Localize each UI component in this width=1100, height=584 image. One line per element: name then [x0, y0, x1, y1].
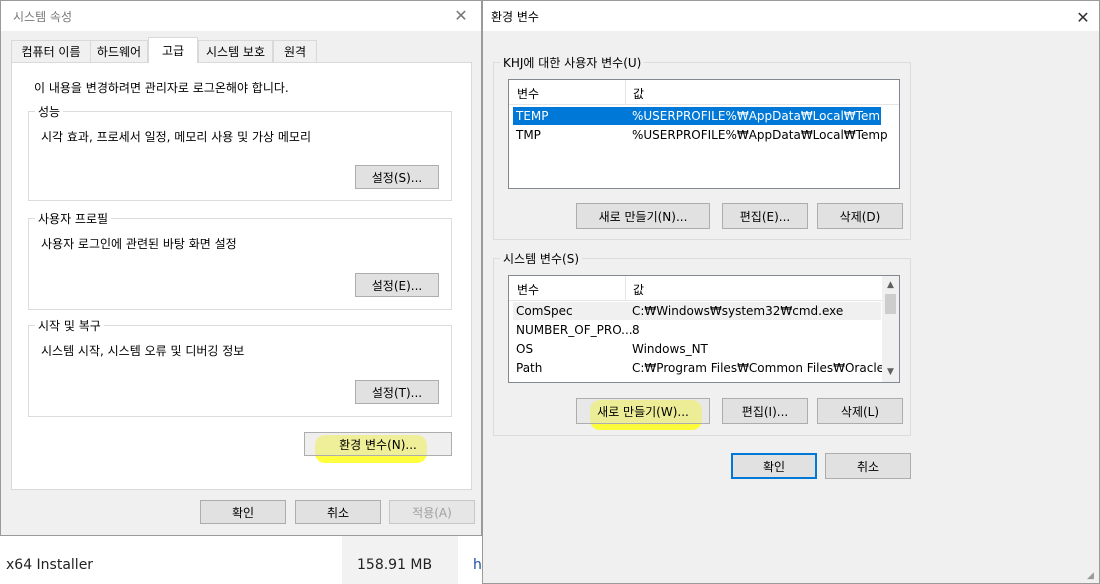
user-row-temp-name: TEMP: [516, 109, 549, 123]
sysprops-title: 시스템 속성: [13, 9, 73, 24]
admin-note: 이 내용을 변경하려면 관리자로 로그온해야 합니다.: [34, 81, 289, 95]
system-col-variable[interactable]: 변수: [517, 281, 539, 298]
sysprops-cancel-button[interactable]: 취소: [295, 500, 381, 524]
tab-hardware[interactable]: 하드웨어: [90, 40, 148, 62]
user-variables-group: KHJ에 대한 사용자 변수(U) 변수 값 TEMP %USERPROFILE…: [493, 54, 911, 240]
system-row-os-name: OS: [516, 342, 534, 356]
system-row-path-name: Path: [516, 361, 543, 375]
system-row-comspec[interactable]: ComSpec C:₩Windows₩system32₩cmd.exe: [513, 302, 881, 320]
system-row-os[interactable]: OS Windows_NT: [513, 340, 881, 358]
envvars-titlebar[interactable]: 환경 변수: [483, 1, 1099, 31]
system-variables-title: 시스템 변수(S): [500, 250, 582, 267]
startup-recovery-title: 시작 및 복구: [35, 317, 104, 334]
user-row-tmp[interactable]: TMP %USERPROFILE%₩AppData₩Local₩Temp: [513, 126, 888, 144]
user-row-temp-value: %USERPROFILE%₩AppData₩Local₩Temp: [632, 109, 888, 123]
startup-recovery-settings-button[interactable]: 설정(T)...: [355, 380, 439, 404]
user-delete-button[interactable]: 삭제(D): [817, 203, 903, 229]
system-row-path-value: C:₩Program Files₩Common Files₩Oracle₩...: [632, 361, 900, 375]
sysprops-ok-button[interactable]: 확인: [200, 500, 286, 524]
tab-system-protection[interactable]: 시스템 보호: [198, 40, 273, 62]
background-filename: x64 Installer: [6, 557, 94, 573]
system-row-comspec-name: ComSpec: [516, 304, 573, 318]
user-col-variable[interactable]: 변수: [517, 85, 539, 102]
user-row-tmp-value: %USERPROFILE%₩AppData₩Local₩Temp: [632, 128, 888, 142]
user-edit-button[interactable]: 편집(E)...: [722, 203, 808, 229]
user-row-temp[interactable]: TEMP %USERPROFILE%₩AppData₩Local₩Temp: [513, 107, 888, 125]
envvars-title: 환경 변수: [491, 9, 539, 24]
system-variables-list[interactable]: 변수 값 ComSpec C:₩Windows₩system32₩cmd.exe…: [508, 275, 900, 383]
envvars-cancel-button[interactable]: 취소: [825, 453, 911, 479]
background-filesize: 158.91 MB: [357, 557, 433, 573]
user-variables-title: KHJ에 대한 사용자 변수(U): [500, 54, 645, 71]
tab-advanced[interactable]: 고급: [148, 37, 198, 63]
advanced-tab-panel: 이 내용을 변경하려면 관리자로 로그온해야 합니다. 성능 시각 효과, 프로…: [11, 62, 472, 490]
system-col-divider: [625, 276, 626, 300]
performance-title: 성능: [35, 103, 64, 120]
system-list-scrollbar[interactable]: ▲ ▼: [882, 276, 899, 382]
background-link-fragment[interactable]: h: [473, 557, 482, 573]
system-delete-button[interactable]: 삭제(L): [817, 398, 903, 424]
user-profile-desc: 사용자 로그인에 관련된 바탕 화면 설정: [41, 237, 237, 251]
system-row-nop-value: 8: [632, 323, 640, 337]
system-variables-group: 시스템 변수(S) 변수 값 ComSpec C:₩Windows₩system…: [493, 250, 911, 436]
system-new-button[interactable]: 새로 만들기(W)...: [576, 398, 710, 424]
user-row-tmp-name: TMP: [516, 128, 541, 142]
user-variables-list[interactable]: 변수 값 TEMP %USERPROFILE%₩AppData₩Local₩Te…: [508, 79, 900, 189]
tab-computer-name[interactable]: 컴퓨터 이름: [11, 40, 91, 62]
envvars-ok-button[interactable]: 확인: [731, 453, 817, 479]
tab-remote[interactable]: 원격: [273, 40, 317, 62]
resize-grip-icon[interactable]: ◢: [1087, 571, 1097, 581]
scroll-up-icon[interactable]: ▲: [882, 278, 899, 292]
environment-variables-button[interactable]: 환경 변수(N)...: [304, 432, 452, 456]
system-row-number-of-processors[interactable]: NUMBER_OF_PRO... 8: [513, 321, 881, 339]
user-col-value[interactable]: 값: [633, 85, 644, 102]
startup-recovery-group: 시작 및 복구 시스템 시작, 시스템 오류 및 디버깅 정보 설정(T)...: [28, 317, 452, 417]
performance-desc: 시각 효과, 프로세서 일정, 메모리 사용 및 가상 메모리: [41, 130, 311, 144]
user-profile-group: 사용자 프로필 사용자 로그인에 관련된 바탕 화면 설정 설정(E)...: [28, 210, 452, 310]
sysprops-apply-button[interactable]: 적용(A): [389, 500, 475, 524]
system-properties-dialog: 시스템 속성 ✕ 컴퓨터 이름 하드웨어 고급 시스템 보호 원격 이 내용을 …: [0, 0, 482, 536]
sysprops-titlebar[interactable]: 시스템 속성: [1, 1, 481, 31]
envvars-close-icon[interactable]: ✕: [1071, 5, 1095, 29]
system-row-os-value: Windows_NT: [632, 342, 708, 356]
system-row-path[interactable]: Path C:₩Program Files₩Common Files₩Oracl…: [513, 359, 899, 377]
user-new-button[interactable]: 새로 만들기(N)...: [576, 203, 710, 229]
user-col-divider: [625, 80, 626, 104]
user-profile-title: 사용자 프로필: [35, 210, 112, 227]
environment-variables-dialog: 환경 변수 ✕ KHJ에 대한 사용자 변수(U) 변수 값 TEMP %USE…: [482, 0, 1100, 584]
system-edit-button[interactable]: 편집(I)...: [722, 398, 808, 424]
system-row-nop-name: NUMBER_OF_PRO...: [516, 323, 633, 337]
performance-group: 성능 시각 효과, 프로세서 일정, 메모리 사용 및 가상 메모리 설정(S)…: [28, 103, 452, 201]
sysprops-close-icon[interactable]: ✕: [449, 3, 473, 27]
user-profile-settings-button[interactable]: 설정(E)...: [355, 273, 439, 297]
startup-recovery-desc: 시스템 시작, 시스템 오류 및 디버깅 정보: [41, 344, 245, 358]
performance-settings-button[interactable]: 설정(S)...: [355, 165, 439, 189]
scrollbar-thumb[interactable]: [885, 294, 896, 314]
user-list-header: 변수 값: [509, 80, 899, 105]
system-col-value[interactable]: 값: [633, 281, 644, 298]
scroll-down-icon[interactable]: ▼: [882, 365, 899, 379]
system-row-comspec-value: C:₩Windows₩system32₩cmd.exe: [632, 304, 844, 318]
system-list-header: 변수 값: [509, 276, 899, 301]
